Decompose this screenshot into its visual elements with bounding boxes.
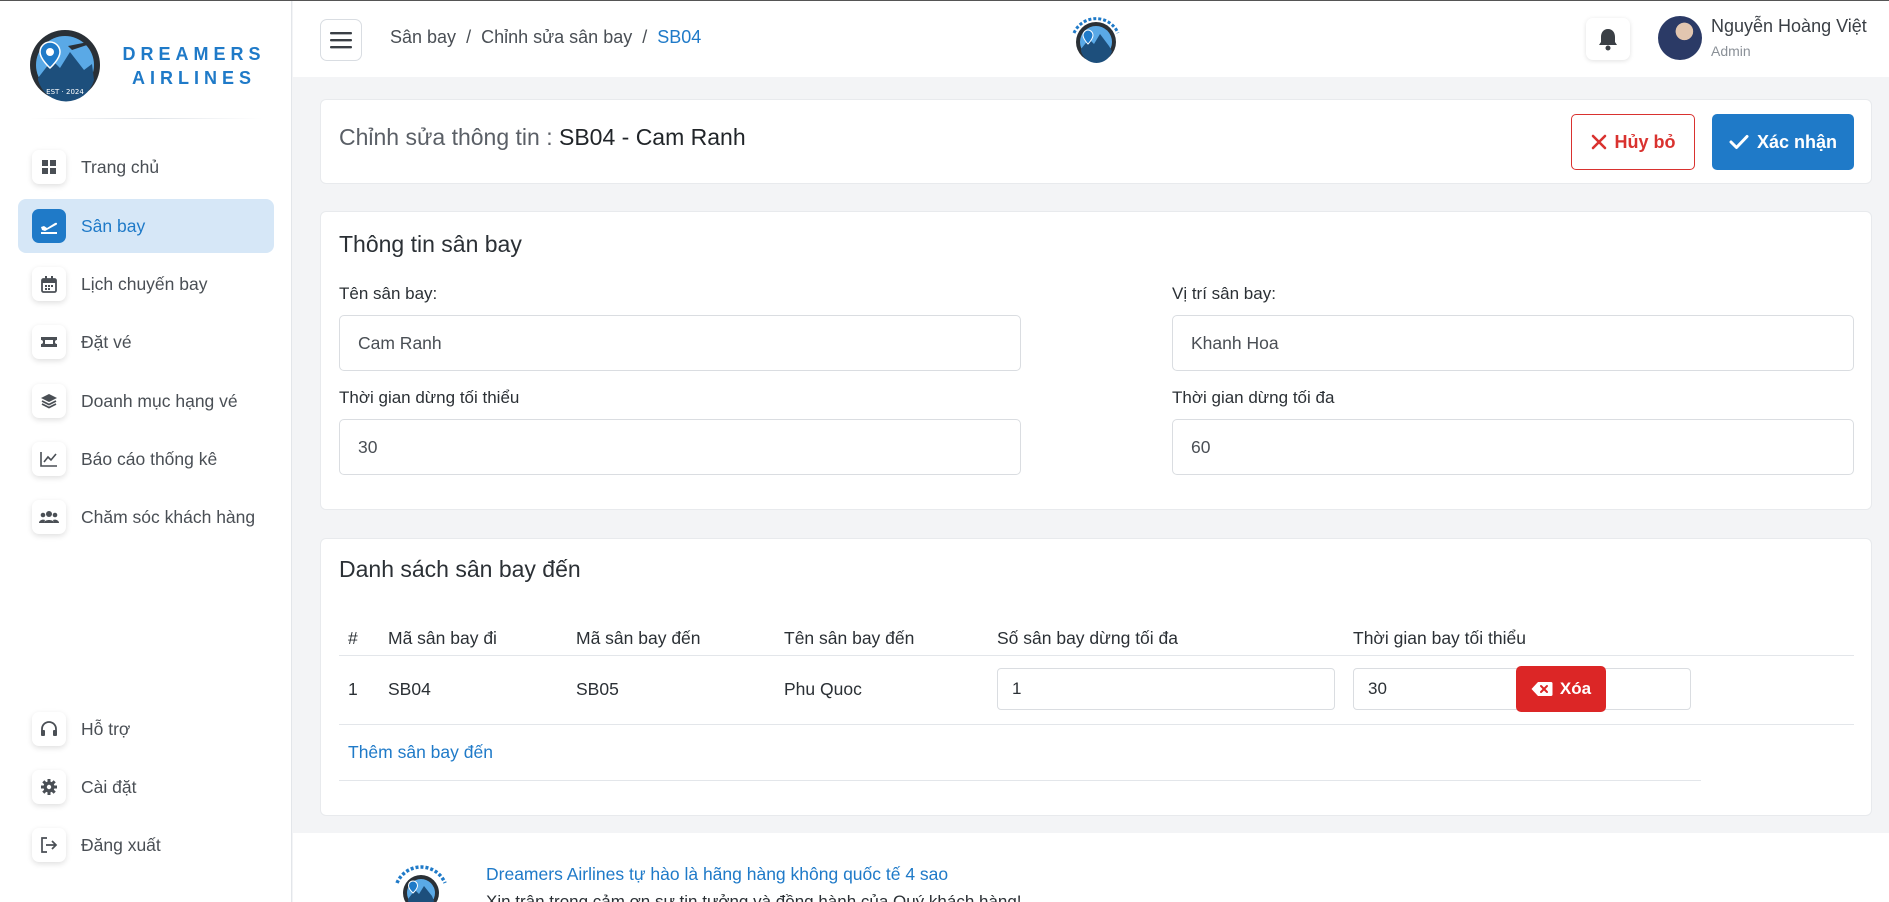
airport-name-label: Tên sân bay: — [339, 284, 438, 303]
airport-name-input[interactable]: Cam Ranh — [339, 315, 1021, 371]
page-title: Chỉnh sửa thông tin : SB04 - Cam Ranh — [339, 124, 746, 151]
line-chart-icon — [32, 442, 66, 476]
airport-location-label: Vị trí sân bay: — [1172, 284, 1276, 303]
sidebar-item-booking[interactable]: Đặt vé — [18, 315, 274, 369]
sidebar-item-flight-schedule[interactable]: Lịch chuyến bay — [18, 257, 274, 311]
airport-info-card: Thông tin sân bay Tên sân bay: Cam Ranh … — [320, 211, 1872, 510]
avatar[interactable] — [1658, 16, 1702, 60]
cancel-button-label: Hủy bỏ — [1614, 131, 1676, 152]
sidebar-item-ticket-classes[interactable]: Doanh mục hạng vé — [18, 374, 274, 428]
top-header: Sân bay / Chỉnh sửa sân bay / SB04 Nguyễ… — [293, 1, 1889, 77]
delete-row-label: Xóa — [1559, 679, 1592, 698]
users-icon — [32, 500, 66, 534]
sidebar-item-home[interactable]: Trang chủ — [18, 140, 274, 194]
airport-location-input[interactable]: Khanh Hoa — [1172, 315, 1854, 371]
ticket-icon — [32, 325, 66, 359]
breadcrumb-separator: / — [466, 27, 472, 47]
max-stops-input[interactable]: 1 — [997, 668, 1335, 710]
brand-name: DREAMERS AIRLINES — [120, 42, 268, 90]
plane-departure-icon — [32, 209, 66, 243]
row-to-name: Phu Quoc — [784, 679, 862, 699]
row-index: 1 — [348, 679, 358, 699]
delete-row-button[interactable]: Xóa — [1516, 666, 1606, 712]
breadcrumb: Sân bay / Chỉnh sửa sân bay / SB04 — [390, 27, 701, 48]
close-icon — [1591, 134, 1606, 150]
confirm-button[interactable]: Xác nhận — [1712, 114, 1854, 170]
sidebar-item-reports[interactable]: Báo cáo thống kê — [18, 432, 274, 486]
calendar-icon — [32, 267, 66, 301]
brand-divider — [30, 118, 262, 119]
max-stop-time-label: Thời gian dừng tối đa — [1172, 388, 1335, 407]
sidebar-item-settings[interactable]: Cài đặt — [18, 760, 274, 814]
brand-line-2: AIRLINES — [131, 68, 256, 88]
column-header-to-name: Tên sân bay đến — [784, 628, 915, 648]
hamburger-icon — [330, 32, 352, 49]
sidebar-item-label: Trang chủ — [81, 156, 160, 177]
window-top-border — [0, 0, 1889, 1]
gear-icon — [32, 770, 66, 804]
windows-icon — [32, 150, 66, 184]
min-stop-time-input[interactable]: 30 — [339, 419, 1021, 475]
dreamers-logo-icon: EST · 2024 — [30, 30, 100, 102]
breadcrumb-edit-airport[interactable]: Chỉnh sửa sân bay — [481, 27, 632, 48]
notifications-button[interactable] — [1586, 18, 1630, 60]
column-header-from: Mã sân bay đi — [388, 628, 497, 648]
breadcrumb-current: SB04 — [657, 27, 702, 47]
cancel-button[interactable]: Hủy bỏ — [1571, 114, 1695, 170]
max-stop-time-input[interactable]: 60 — [1172, 419, 1854, 475]
column-header-to: Mã sân bay đến — [576, 628, 701, 648]
confirm-button-label: Xác nhận — [1756, 131, 1838, 152]
sidebar-item-label: Đặt vé — [81, 331, 132, 352]
dreamers-logo-icon — [395, 865, 447, 902]
breadcrumb-separator: / — [642, 27, 648, 47]
sidebar-item-label: Cài đặt — [81, 776, 137, 797]
headset-icon — [32, 712, 66, 746]
column-header-index: # — [348, 628, 358, 648]
check-icon — [1729, 135, 1749, 149]
backspace-icon — [1531, 682, 1553, 696]
sidebar-item-label: Doanh mục hạng vé — [81, 390, 238, 411]
footer: Dreamers Airlines tự hào là hãng hàng kh… — [293, 833, 1889, 902]
table-header-divider — [339, 655, 1854, 656]
add-row-divider — [339, 780, 1701, 781]
footer-subline: Xin trân trọng cảm ơn sự tin tưởng và đồ… — [486, 892, 1022, 902]
brand-line-1: DREAMERS — [122, 44, 266, 64]
sidebar-item-support[interactable]: Hỗ trợ — [18, 702, 274, 756]
sidebar-item-label: Lịch chuyến bay — [81, 273, 208, 294]
menu-toggle-button[interactable] — [320, 19, 362, 61]
sidebar-item-logout[interactable]: Đăng xuất — [18, 818, 274, 872]
user-name[interactable]: Nguyễn Hoàng Việt — [1711, 16, 1867, 37]
destinations-title: Danh sách sân bay đến — [339, 556, 581, 582]
sidebar-item-label: Hỗ trợ — [81, 718, 131, 739]
edit-bar-card: Chỉnh sửa thông tin : SB04 - Cam Ranh Hủ… — [320, 99, 1872, 184]
breadcrumb-airports[interactable]: Sân bay — [390, 27, 456, 48]
destinations-card: Danh sách sân bay đến # Mã sân bay đi Mã… — [320, 538, 1872, 816]
sidebar-item-airports[interactable]: Sân bay — [18, 199, 274, 253]
sidebar-item-label: Chăm sóc khách hàng — [81, 506, 256, 527]
dreamers-logo-icon[interactable] — [1061, 11, 1131, 69]
row-from-code: SB04 — [388, 679, 431, 699]
brand-logo[interactable]: EST · 2024 DREAMERS AIRLINES — [28, 28, 268, 102]
svg-text:EST · 2024: EST · 2024 — [46, 88, 84, 96]
add-destination-link[interactable]: Thêm sân bay đến — [348, 742, 493, 763]
page-title-prefix: Chỉnh sửa thông tin : — [339, 124, 553, 150]
table-row-divider — [339, 724, 1854, 725]
airport-info-title: Thông tin sân bay — [339, 231, 522, 257]
column-header-min-flight-time: Thời gian bay tối thiểu — [1353, 628, 1526, 648]
min-stop-time-label: Thời gian dừng tối thiểu — [339, 388, 520, 407]
page-title-value: SB04 - Cam Ranh — [558, 124, 746, 150]
column-header-max-stops: Số sân bay dừng tối đa — [997, 628, 1179, 648]
footer-tagline[interactable]: Dreamers Airlines tự hào là hãng hàng kh… — [486, 864, 948, 885]
bell-icon — [1599, 29, 1617, 51]
sidebar-item-customer-care[interactable]: Chăm sóc khách hàng — [18, 490, 274, 544]
user-role: Admin — [1711, 43, 1751, 59]
sidebar-item-label: Sân bay — [81, 215, 146, 236]
layers-icon — [32, 384, 66, 418]
sidebar: EST · 2024 DREAMERS AIRLINES Trang chủ S… — [0, 0, 292, 902]
row-to-code: SB05 — [576, 679, 619, 699]
sidebar-item-label: Đăng xuất — [81, 834, 161, 855]
sidebar-item-label: Báo cáo thống kê — [81, 448, 218, 469]
logout-icon — [32, 828, 66, 862]
